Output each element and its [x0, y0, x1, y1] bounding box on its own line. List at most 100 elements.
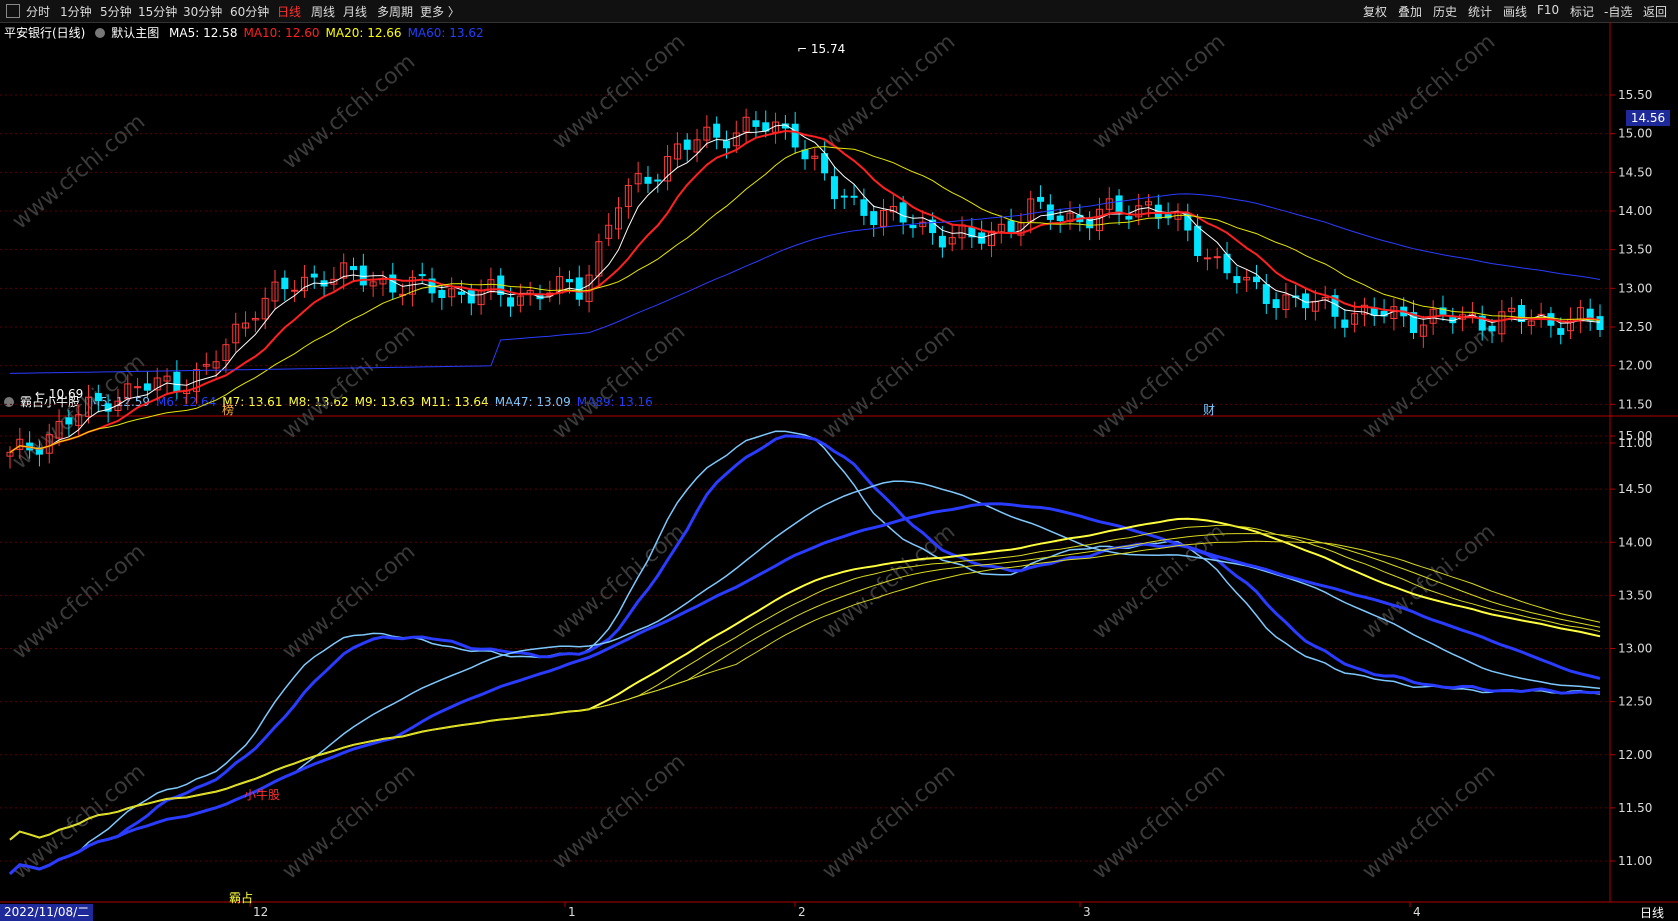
watermark-12: www.cfchi.com [8, 539, 150, 664]
toolbar-button-7[interactable]: -自选 [1604, 3, 1632, 20]
candle-body [1390, 306, 1398, 319]
sub-ylabel-1: 14.50 [1618, 482, 1652, 496]
candle-body [585, 274, 593, 302]
period-button-0[interactable]: 分时 [26, 3, 50, 20]
period-button-7[interactable]: 周线 [311, 3, 335, 20]
sub-ylabel-4: 13.00 [1618, 642, 1652, 656]
candle-body [477, 289, 485, 306]
candle-body [389, 274, 397, 293]
candle-body [438, 289, 446, 298]
toolbar-button-0[interactable]: 复权 [1363, 3, 1387, 20]
ma-legend-1: MA10: 12.60 [243, 26, 320, 40]
candle-body [261, 297, 269, 320]
candle-body [762, 122, 770, 132]
candle-body [546, 292, 554, 297]
main-ylabel-8: 11.50 [1618, 397, 1652, 411]
sub-legend: 霸占小牛股 M5: 12.59 M6: 12.64 M7: 13.61 M8: 13.… [4, 393, 665, 410]
candle-body [1557, 328, 1565, 335]
candle-body [1586, 308, 1594, 321]
grid-icon[interactable] [6, 4, 20, 18]
candle-body [1596, 316, 1604, 330]
period-toolbar: 分时 1分钟 5分钟 15分钟 30分钟 60分钟 日线 周线 月线 多周期 更多 〉 复权 叠加 历史… [0, 0, 1678, 23]
month-label-3: 3 [1083, 905, 1091, 919]
cursor-date-label: 2022/11/08/二 [0, 904, 94, 921]
template-toggle-icon[interactable] [95, 28, 106, 38]
low-price-value: 10.69 [48, 387, 84, 401]
sub-legend-1: M6: 12.64 [156, 395, 217, 409]
candle-body [212, 361, 220, 369]
sub-ylabel-2: 14.00 [1618, 535, 1652, 549]
candle-body [350, 265, 358, 271]
period-button-5[interactable]: 60分钟 [230, 3, 269, 20]
candle-body [811, 155, 819, 159]
candle-body [242, 322, 250, 329]
main-ylabel-1: 15.00 [1618, 127, 1652, 141]
candle-body [1468, 313, 1476, 317]
candle-body [1243, 276, 1251, 281]
month-label-2: 2 [798, 905, 806, 919]
toolbar-button-5[interactable]: F10 [1537, 3, 1559, 17]
candle-body [1252, 276, 1260, 283]
period-button-6[interactable]: 日线 [277, 3, 301, 20]
candle-body [919, 221, 927, 228]
candle-body [1537, 313, 1545, 320]
candle-body [1027, 198, 1035, 222]
main-ylabel-3: 14.00 [1618, 204, 1652, 218]
candle-body [1478, 315, 1486, 331]
watermark-11: www.cfchi.com [1358, 319, 1500, 444]
candle-body [1321, 297, 1329, 301]
candle-body [1095, 208, 1103, 232]
toolbar-button-8[interactable]: 返回 [1643, 3, 1667, 20]
candle-body [595, 241, 603, 277]
signal-xiaoniugu: 小牛股 [244, 788, 281, 802]
sub-ylabel-3: 13.50 [1618, 588, 1652, 602]
indicator-toggle-icon[interactable] [4, 397, 14, 407]
candle-body [1233, 276, 1241, 284]
watermark-4: www.cfchi.com [1088, 29, 1230, 154]
period-button-4[interactable]: 30分钟 [183, 3, 222, 20]
candle-body [1145, 201, 1153, 206]
sub-legend-3: M8: 13.62 [288, 395, 349, 409]
candle-body [968, 227, 976, 238]
candle-body [457, 291, 465, 295]
toolbar-button-4[interactable]: 画线 [1503, 3, 1527, 20]
ma-legend-0: MA5: 12.58 [169, 26, 238, 40]
candle-body [889, 205, 897, 213]
period-button-1[interactable]: 1分钟 [60, 3, 92, 20]
candle-body [781, 123, 789, 129]
candle-body [340, 262, 348, 279]
template-label[interactable]: 默认主图 [111, 26, 159, 40]
candle-body [1488, 325, 1496, 332]
candle-body [1410, 312, 1418, 334]
period-button-3[interactable]: 15分钟 [138, 3, 177, 20]
candle-body [997, 223, 1005, 233]
period-button-8[interactable]: 月线 [343, 3, 367, 20]
period-button-10[interactable]: 更多 〉 [420, 3, 460, 20]
candle-body [143, 383, 151, 391]
candle-body [163, 375, 171, 382]
period-button-2[interactable]: 5分钟 [100, 3, 132, 20]
watermark-14: www.cfchi.com [548, 519, 690, 644]
watermark-13: www.cfchi.com [278, 539, 420, 664]
toolbar-button-2[interactable]: 历史 [1433, 3, 1457, 20]
candle-body [1213, 256, 1221, 259]
candle-body [1076, 214, 1084, 223]
candle-body [1017, 222, 1025, 236]
candle-body [516, 295, 524, 306]
sub-m6-line [8, 434, 1601, 875]
candle-body [202, 363, 210, 367]
candle-body [958, 224, 966, 239]
toolbar-button-3[interactable]: 统计 [1468, 3, 1492, 20]
candle-body [1449, 317, 1457, 324]
watermark-21: www.cfchi.com [818, 759, 960, 884]
candle-body [1370, 307, 1378, 316]
toolbar-button-1[interactable]: 叠加 [1398, 3, 1422, 20]
watermark-19: www.cfchi.com [278, 759, 420, 884]
candle-body [840, 195, 848, 198]
candle-body [673, 143, 681, 160]
candle-body [271, 281, 279, 302]
candle-body [860, 199, 868, 216]
toolbar-button-6[interactable]: 标记 [1570, 3, 1594, 20]
month-label-4: 4 [1413, 905, 1421, 919]
period-button-9[interactable]: 多周期 [377, 3, 413, 20]
